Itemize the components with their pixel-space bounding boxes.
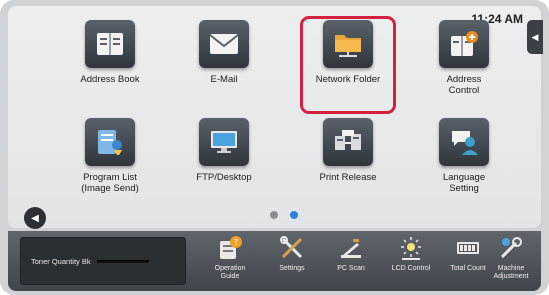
dock-operation-guide[interactable]: ? Operation Guide bbox=[201, 233, 259, 291]
tile-program-list[interactable]: Program List (Image Send) bbox=[55, 118, 165, 208]
dock-label: Total Count bbox=[450, 265, 486, 272]
toner-quantity-label: Toner Quantity Bk bbox=[31, 256, 91, 266]
tile-network-folder[interactable]: Network Folder bbox=[293, 20, 403, 110]
dock-label: Machine Adjustment bbox=[493, 265, 529, 280]
program-list-icon bbox=[85, 118, 135, 166]
operation-guide-icon: ? bbox=[215, 233, 245, 263]
page-dot-1[interactable] bbox=[270, 211, 278, 219]
tile-address-control[interactable]: Address Control bbox=[409, 20, 519, 110]
svg-text:?: ? bbox=[234, 238, 238, 247]
tile-label: Language Setting bbox=[442, 172, 486, 194]
tile-label: Network Folder bbox=[315, 74, 381, 85]
page-back-button[interactable]: ◀ bbox=[24, 207, 46, 229]
side-panel-tab[interactable]: ◀ bbox=[527, 20, 543, 54]
total-count-icon bbox=[453, 233, 483, 263]
tile-label: FTP/Desktop bbox=[196, 172, 252, 183]
page-dot-2[interactable] bbox=[290, 211, 298, 219]
address-book-icon bbox=[85, 20, 135, 68]
dock-settings[interactable]: Settings bbox=[263, 233, 321, 291]
tile-print-release[interactable]: Print Release bbox=[293, 118, 403, 208]
tile-label: Address Control bbox=[446, 74, 482, 96]
toner-level-bar bbox=[96, 259, 149, 263]
machine-adjustment-icon bbox=[496, 233, 526, 263]
monitor-icon bbox=[199, 118, 249, 166]
tile-label: Address Book bbox=[80, 74, 140, 85]
dock-label: LCD Control bbox=[391, 265, 431, 272]
tile-address-book[interactable]: Address Book bbox=[55, 20, 165, 110]
tile-language-setting[interactable]: Language Setting bbox=[409, 118, 519, 208]
tile-email[interactable]: E-Mail bbox=[169, 20, 279, 110]
dock-machine-adjustment[interactable]: Machine Adjustment bbox=[482, 233, 540, 291]
tile-label: Print Release bbox=[319, 172, 377, 183]
envelope-icon bbox=[199, 20, 249, 68]
lcd-control-icon bbox=[396, 233, 426, 263]
device-panel: 11:24 AM ◀ Address Book E-Mail Network F… bbox=[0, 0, 549, 295]
toner-quantity-panel: Toner Quantity Bk bbox=[20, 237, 186, 285]
dock-label: PC Scan bbox=[337, 265, 365, 272]
dock-lcd-control[interactable]: LCD Control bbox=[382, 233, 440, 291]
dock-pc-scan[interactable]: PC Scan bbox=[322, 233, 380, 291]
page-indicator bbox=[270, 211, 298, 219]
dock-label: Settings bbox=[279, 265, 305, 272]
pc-scan-icon bbox=[336, 233, 366, 263]
language-setting-icon bbox=[439, 118, 489, 166]
tile-label: E-Mail bbox=[210, 74, 238, 85]
home-screen: 11:24 AM ◀ Address Book E-Mail Network F… bbox=[8, 6, 543, 229]
address-control-icon bbox=[439, 20, 489, 68]
settings-tools-icon bbox=[277, 233, 307, 263]
tile-label: Program List (Image Send) bbox=[81, 172, 139, 194]
network-folder-icon bbox=[323, 20, 373, 68]
print-release-icon bbox=[323, 118, 373, 166]
dock-label: Operation Guide bbox=[214, 265, 246, 280]
tile-ftp-desktop[interactable]: FTP/Desktop bbox=[169, 118, 279, 208]
bottom-dock: Toner Quantity Bk ? Operation Guide Sett… bbox=[8, 231, 541, 291]
